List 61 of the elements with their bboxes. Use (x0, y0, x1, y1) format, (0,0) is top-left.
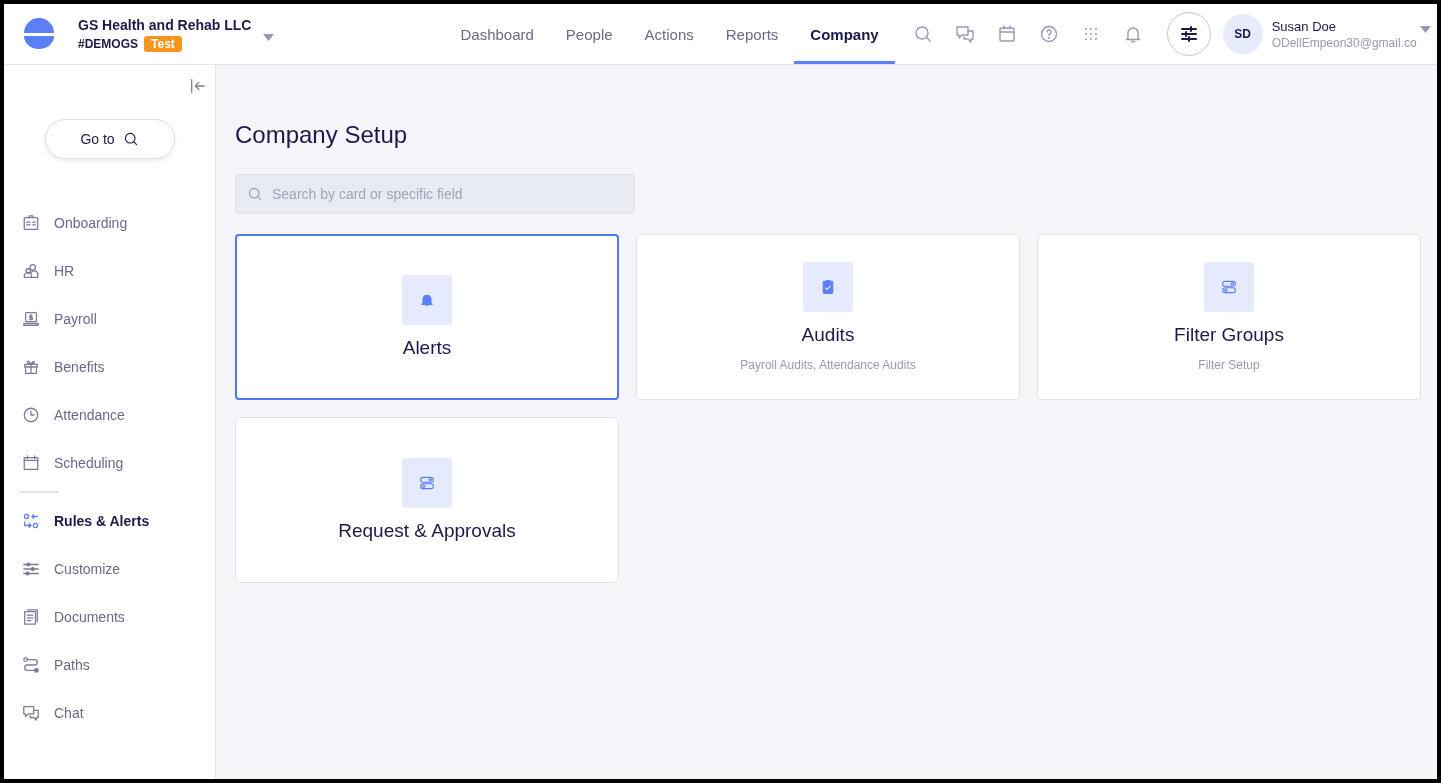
company-logo (22, 17, 56, 51)
card-title: Request & Approvals (338, 520, 516, 542)
sidebar-item[interactable]: Paths (54, 657, 90, 673)
search-icon (912, 24, 933, 44)
sidebar-item[interactable]: Attendance (54, 407, 125, 423)
user-name: Susan Doe (1271, 18, 1337, 34)
user-email: ODellEmpeon30@gmail.co (1271, 35, 1417, 50)
sidebar-item[interactable]: HR (54, 263, 75, 279)
caret-icon[interactable] (1419, 25, 1431, 33)
swap-arrows-icon (22, 512, 40, 530)
search-field[interactable]: Search by card or specific field (235, 174, 635, 214)
people-icon (22, 262, 40, 280)
card-title: Audits (801, 324, 855, 346)
sidebar-item[interactable]: Chat (54, 705, 84, 721)
document-icon (22, 608, 40, 626)
clock-icon (22, 406, 40, 424)
calendar-icon (22, 454, 40, 472)
nav-tab[interactable]: Company (794, 4, 895, 64)
bell-icon (419, 292, 435, 308)
setup-card[interactable]: Alerts (235, 234, 619, 400)
chat-icon (22, 704, 40, 722)
calendar-icon (996, 24, 1017, 44)
help-icon (1038, 24, 1059, 44)
company-name: GS Health and Rehab LLC (78, 16, 252, 33)
sliders-icon (1178, 24, 1199, 44)
settings-button[interactable] (1166, 12, 1211, 56)
route-icon (22, 656, 40, 674)
nav-tab[interactable]: Dashboard (444, 4, 550, 64)
nav-tab[interactable]: Reports (709, 4, 795, 64)
sidebar-item[interactable]: Onboarding (54, 215, 128, 231)
environment-badge: Test (144, 35, 182, 52)
sidebar-item[interactable]: Payroll (54, 311, 97, 327)
nav-tab[interactable]: People (549, 4, 629, 64)
company-code: #DEMOGS (78, 36, 138, 51)
user-avatar[interactable]: SD (1222, 14, 1263, 54)
gift-icon (22, 358, 40, 376)
setup-card[interactable]: Request & Approvals (235, 417, 619, 583)
sliders-icon (22, 560, 40, 578)
go-to-button[interactable]: Go to (44, 119, 175, 159)
setup-card[interactable]: Audits Payroll Audits, Attendance Audits (636, 234, 1020, 400)
card-subtitle: Payroll Audits, Attendance Audits (740, 358, 916, 372)
clipboard-check-icon (820, 279, 836, 295)
sidebar-item[interactable]: Customize (54, 561, 121, 577)
sidebar-item[interactable]: Rules & Alerts (54, 513, 150, 529)
collapse-sidebar-icon (189, 77, 207, 95)
toggles-icon (1221, 279, 1237, 295)
card-subtitle: Filter Setup (1198, 358, 1260, 372)
card-title: Filter Groups (1174, 324, 1284, 346)
card-title: Alerts (402, 337, 452, 359)
sidebar-item[interactable]: Documents (54, 609, 125, 625)
chat-icon (954, 24, 975, 44)
id-badge-icon (22, 214, 40, 232)
sidebar-item[interactable]: Benefits (54, 359, 105, 375)
page-title: Company Setup (235, 121, 409, 149)
laptop-dollar-icon (22, 310, 40, 328)
sidebar-item[interactable]: Scheduling (54, 455, 124, 471)
search-icon (122, 131, 139, 147)
nav-tab[interactable]: Actions (628, 4, 710, 64)
caret-icon[interactable] (263, 33, 275, 41)
toggles-icon (419, 475, 435, 491)
setup-card[interactable]: Filter Groups Filter Setup (1037, 234, 1421, 400)
